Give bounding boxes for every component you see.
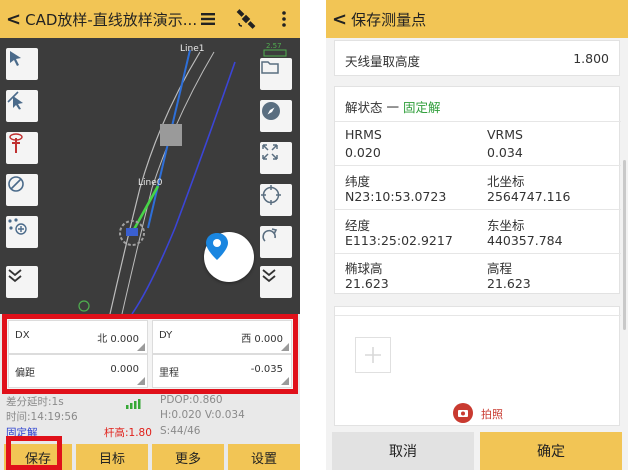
page-title: CAD放样-直线放样演示... (25, 10, 198, 29)
elevation-label: 高程 (487, 261, 513, 276)
line0-label: Line0 (138, 178, 163, 188)
more-vert-icon[interactable] (272, 0, 296, 38)
elevation-value: 21.623 (487, 276, 531, 291)
save-point-screen: < 保存测量点 天线量取高度 1.800 解状态 一 固定解 HRMS 0.02… (326, 0, 628, 470)
north-label: 北坐标 (487, 174, 525, 189)
longitude-label: 经度 (345, 218, 371, 233)
divider (335, 121, 621, 122)
vrms-label: VRMS (487, 127, 523, 142)
points-add-icon[interactable] (6, 216, 38, 248)
solution-value: 固定解 (402, 100, 441, 115)
pole-icon[interactable] (6, 132, 38, 164)
solution-card: 解状态 一 固定解 HRMS 0.020 VRMS 0.034 纬度 N23:1… (334, 86, 621, 294)
divider (335, 165, 621, 166)
stakeout-screen: < CAD放样-直线放样演示... Line1 Line0 2.57 DX 北 … (0, 0, 300, 470)
ellipsoid-height-label: 椭球高 (345, 261, 383, 276)
latitude-value: N23:10:53.0723 (345, 189, 447, 204)
divider (335, 253, 621, 254)
confirm-button[interactable]: 确定 (480, 432, 622, 470)
latitude-label: 纬度 (345, 174, 371, 189)
solution-prefix: 解状态 一 (345, 100, 403, 115)
signal-icon (125, 394, 145, 409)
no-entry-icon[interactable] (6, 174, 38, 206)
solution-label: 解状态 一 固定解 (345, 97, 440, 116)
collapse-icon[interactable] (6, 266, 38, 298)
divider (335, 315, 621, 316)
target-icon[interactable] (260, 184, 292, 216)
folder-icon[interactable] (260, 58, 292, 90)
north-value: 2564747.116 (487, 189, 571, 204)
ellipsoid-height-value: 21.623 (345, 276, 389, 291)
hrms-value: 0.020 (345, 145, 381, 160)
back-icon[interactable]: < (0, 9, 25, 30)
satellite-icon[interactable] (234, 0, 258, 38)
longitude-value: E113:25:02.9217 (345, 233, 453, 248)
scrollbar[interactable] (623, 160, 626, 330)
pick-point-icon[interactable] (6, 90, 38, 122)
photo-label[interactable]: 拍照 (481, 406, 503, 422)
target-marker (160, 124, 182, 146)
hrms-label: HRMS (345, 127, 382, 142)
pole-height-text: 杆高:1.80 (104, 427, 152, 439)
time-text: 时间:14:19:56 (6, 411, 78, 423)
antenna-height-value: 1.800 (573, 51, 609, 66)
map-view[interactable]: Line1 Line0 2.57 (0, 38, 300, 314)
east-value: 440357.784 (487, 233, 563, 248)
fullscreen-icon[interactable] (260, 142, 292, 174)
antenna-height-row[interactable]: 天线量取高度 1.800 (334, 40, 620, 76)
more-button[interactable]: 更多 (152, 444, 224, 470)
rover-icon (126, 228, 138, 236)
diff-delay-text: 差分延时:1s (6, 396, 64, 408)
select-arrow-icon[interactable] (6, 48, 38, 80)
antenna-height-label: 天线量取高度 (345, 54, 421, 69)
target-button[interactable]: 目标 (76, 444, 148, 470)
east-label: 东坐标 (487, 218, 525, 233)
rotate-icon[interactable] (260, 226, 292, 258)
collapse-icon[interactable] (260, 266, 292, 298)
back-icon[interactable]: < (326, 9, 351, 30)
add-photo-icon[interactable] (355, 337, 391, 373)
scale-label: 2.57 (266, 42, 282, 50)
photo-card: 拍照 (334, 306, 621, 426)
highlight-box (6, 436, 62, 470)
compass-icon[interactable] (260, 100, 292, 132)
list-icon[interactable] (196, 0, 220, 38)
vrms-value: 0.034 (487, 145, 523, 160)
line1-label: Line1 (180, 44, 205, 54)
hv-text: H:0.020 V:0.034 (160, 409, 245, 421)
satellite-count-text: S:44/46 (160, 425, 201, 437)
pdop-text: PDOP:0.860 (160, 394, 223, 406)
location-pin-icon[interactable] (204, 232, 254, 282)
page-title: 保存测量点 (351, 10, 427, 29)
camera-icon[interactable] (453, 403, 473, 423)
highlight-box (2, 314, 298, 394)
divider (335, 209, 621, 210)
map-canvas (0, 38, 300, 314)
cancel-button[interactable]: 取消 (332, 432, 474, 470)
settings-button[interactable]: 设置 (228, 444, 300, 470)
top-bar: < 保存测量点 (326, 0, 628, 38)
